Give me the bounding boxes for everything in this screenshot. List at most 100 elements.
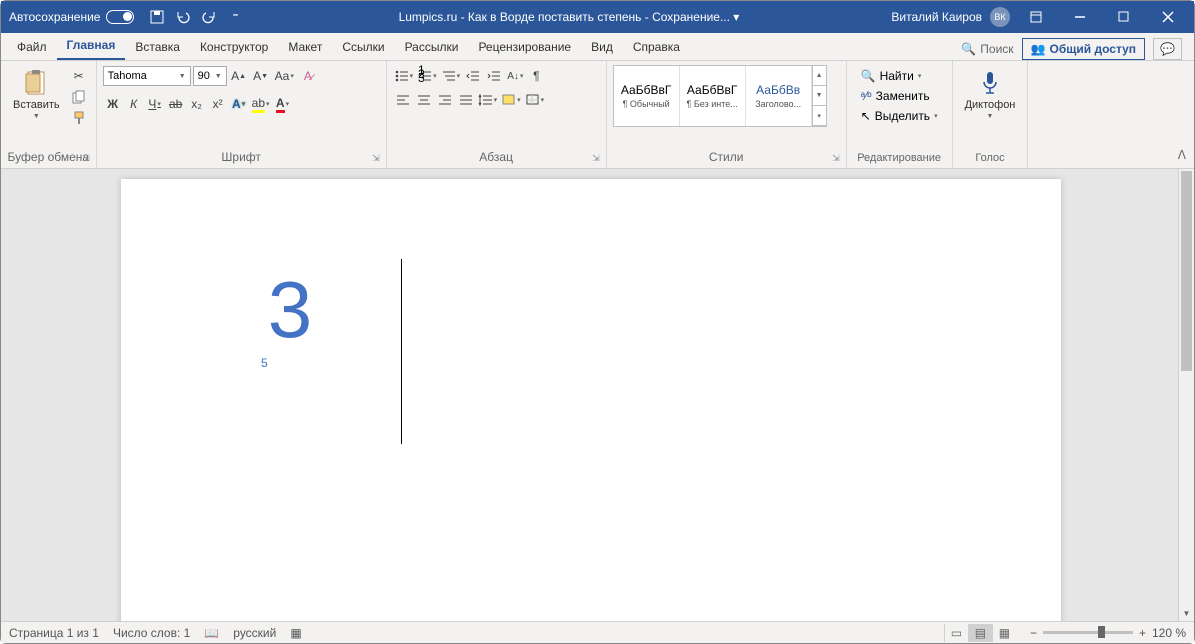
close-icon[interactable] [1150,3,1186,31]
page[interactable]: 53 [121,179,1061,621]
style-normal[interactable]: АаБбВвГ¶ Обычный [614,66,680,126]
tab-review[interactable]: Рецензирование [468,34,581,60]
minimize-icon[interactable] [1062,3,1098,31]
format-painter-icon[interactable] [70,109,88,127]
font-size-input[interactable] [198,70,211,82]
tab-mailings[interactable]: Рассылки [395,34,469,60]
select-button[interactable]: ↖Выделить▾ [857,107,942,125]
replace-button[interactable]: ᵃ⁄ᵇЗаменить [857,87,942,105]
ribbon-options-icon[interactable] [1018,3,1054,31]
zoom-out-icon[interactable]: − [1030,626,1037,640]
dictate-button[interactable]: Диктофон ▼ [959,65,1022,124]
tab-file[interactable]: Файл [7,34,57,60]
shading-icon[interactable] [500,89,523,111]
indent-icon[interactable] [484,65,504,87]
borders-icon[interactable] [524,89,547,111]
save-icon[interactable] [146,6,168,28]
pilcrow-icon[interactable]: ¶ [526,65,546,87]
share-button[interactable]: 👥Общий доступ [1022,38,1145,60]
tab-layout[interactable]: Макет [278,34,332,60]
clipboard-launcher-icon[interactable]: ⇲ [82,153,90,164]
justify-icon[interactable] [456,89,476,111]
chevron-up-icon[interactable]: ▲ [813,66,826,86]
highlight-icon[interactable]: ab [250,93,272,115]
styles-launcher-icon[interactable]: ⇲ [832,153,840,164]
undo-icon[interactable] [172,6,194,28]
subscript-button[interactable]: x₂ [187,93,207,115]
tab-design[interactable]: Конструктор [190,34,278,60]
replace-label: Заменить [876,89,930,103]
strike-button[interactable]: ab [166,93,186,115]
styles-gallery[interactable]: АаБбВвГ¶ Обычный АаБбВвГ¶ Без инте... Аа… [613,65,827,127]
vertical-scrollbar[interactable]: ▲ ▼ [1178,169,1194,621]
document-canvas[interactable]: 53 ▲ ▼ [1,169,1194,621]
proofing-icon[interactable]: 📖 [204,626,219,640]
redo-icon[interactable] [198,6,220,28]
zoom-value[interactable]: 120 % [1152,626,1186,640]
find-button[interactable]: 🔍Найти▾ [857,67,942,85]
web-layout-icon[interactable]: ▦ [992,624,1016,642]
macro-icon[interactable]: ▦ [290,626,301,640]
cut-icon[interactable]: ✂ [70,67,88,85]
scroll-thumb[interactable] [1181,171,1192,371]
word-count[interactable]: Число слов: 1 [113,626,190,640]
maximize-icon[interactable] [1106,3,1142,31]
scroll-down-icon[interactable]: ▼ [1179,605,1194,621]
read-mode-icon[interactable]: ▭ [944,624,968,642]
sort-icon[interactable]: A↓ [505,65,525,87]
font-name-combo[interactable]: ▼ [103,66,191,86]
exponent-number: 3 [268,265,313,354]
zoom-thumb[interactable] [1098,626,1105,638]
zoom-in-icon[interactable]: + [1139,626,1146,640]
align-left-icon[interactable] [393,89,413,111]
bold-button[interactable]: Ж [103,93,123,115]
styles-more-icon[interactable]: ▾ [813,106,826,126]
font-launcher-icon[interactable]: ⇲ [372,153,380,164]
search-box[interactable]: 🔍Поиск [961,42,1013,56]
shrink-font-icon[interactable]: A▼ [251,65,271,87]
align-right-icon[interactable] [435,89,455,111]
font-color-icon[interactable]: A [273,93,293,115]
font-size-combo[interactable]: ▼ [193,66,227,86]
text-effects-icon[interactable]: A [229,93,249,115]
tab-view[interactable]: Вид [581,34,623,60]
language-status[interactable]: русский [233,626,276,640]
align-center-icon[interactable] [414,89,434,111]
line-spacing-icon[interactable] [477,89,500,111]
style-heading1[interactable]: АаБбВвЗаголово... [746,66,812,126]
change-case-icon[interactable]: Aa [273,65,296,87]
grow-font-icon[interactable]: A▲ [229,65,249,87]
outdent-icon[interactable] [463,65,483,87]
search-icon: 🔍 [961,42,976,56]
qat-more-icon[interactable]: ⁼ [224,6,246,28]
paragraph-launcher-icon[interactable]: ⇲ [592,153,600,164]
comments-button[interactable]: 💬 [1153,38,1182,60]
paste-button[interactable]: Вставить ▼ [7,65,66,124]
copy-icon[interactable] [70,88,88,106]
multilevel-icon[interactable] [440,65,463,87]
autosave-toggle[interactable] [106,10,134,24]
font-name-input[interactable] [108,70,175,82]
tab-insert[interactable]: Вставка [125,34,190,60]
styles-scroll[interactable]: ▲▼▾ [812,66,826,126]
tab-home[interactable]: Главная [57,32,126,60]
bullets-icon[interactable] [393,65,416,87]
document-text[interactable]: 53 [261,259,312,389]
autosave-control[interactable]: Автосохранение [9,10,134,24]
print-layout-icon[interactable]: ▤ [968,624,992,642]
tab-help[interactable]: Справка [623,34,690,60]
zoom-slider[interactable] [1043,631,1133,634]
avatar[interactable]: ВК [990,7,1010,27]
style-nospacing[interactable]: АаБбВвГ¶ Без инте... [680,66,746,126]
clear-format-icon[interactable]: A̷ [298,65,318,87]
superscript-button[interactable]: x² [208,93,228,115]
user-name[interactable]: Виталий Каиров [891,10,982,24]
italic-button[interactable]: К [124,93,144,115]
numbering-icon[interactable]: 123 [416,65,439,87]
autosave-label: Автосохранение [9,10,100,24]
page-status[interactable]: Страница 1 из 1 [9,626,99,640]
collapse-ribbon-icon[interactable]: ᐱ [1178,148,1186,162]
tab-references[interactable]: Ссылки [332,34,394,60]
underline-button[interactable]: Ч [145,93,165,115]
chevron-down-icon[interactable]: ▼ [813,86,826,106]
